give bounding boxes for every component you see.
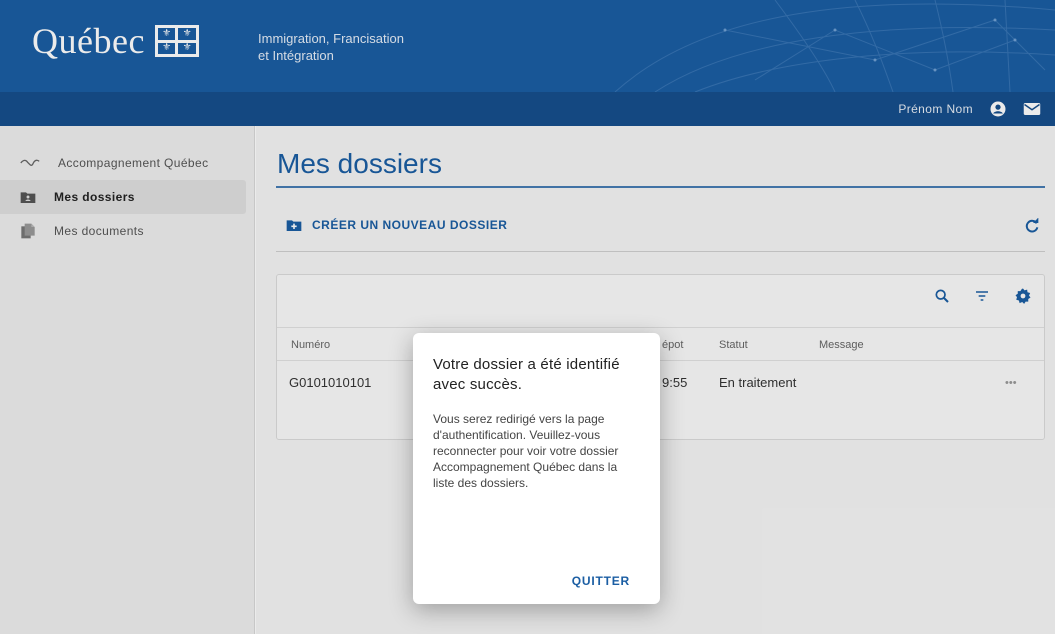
dialog-body: Vous serez redirigé vers la page d'authe… bbox=[433, 412, 619, 490]
quit-button[interactable]: QUITTER bbox=[572, 574, 630, 588]
success-dialog: Votre dossier a été identifié avec succè… bbox=[413, 333, 660, 604]
dialog-title: Votre dossier a été identifié avec succè… bbox=[433, 356, 620, 393]
